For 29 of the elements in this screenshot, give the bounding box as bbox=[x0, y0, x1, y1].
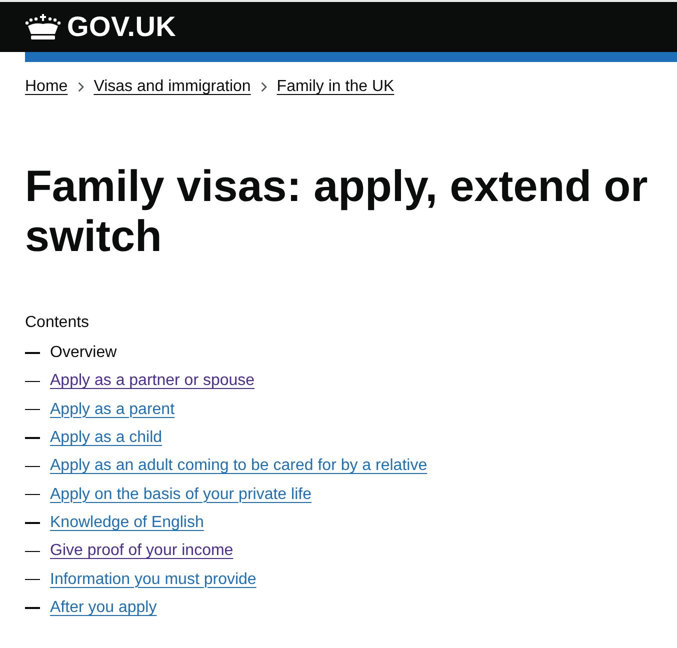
dash-icon bbox=[25, 522, 40, 524]
contents-link[interactable]: After you apply bbox=[50, 598, 157, 618]
dash-icon bbox=[25, 380, 40, 382]
contents-link[interactable]: Information you must provide bbox=[50, 570, 256, 590]
page-title: Family visas: apply, extend or switch bbox=[25, 162, 649, 262]
contents-link[interactable]: Apply on the basis of your private life bbox=[50, 484, 312, 505]
dash-icon bbox=[25, 578, 40, 580]
chevron-icon bbox=[78, 82, 84, 92]
contents-current-item: Overview bbox=[50, 343, 117, 363]
dash-icon bbox=[25, 408, 40, 410]
breadcrumb-link[interactable]: Visas and immigration bbox=[94, 77, 251, 97]
dash-icon bbox=[25, 466, 40, 468]
contents-link[interactable]: Give proof of your income bbox=[50, 541, 234, 562]
dash-icon bbox=[25, 352, 40, 354]
dash-icon bbox=[25, 494, 40, 496]
contents-link[interactable]: Apply as a partner or spouse bbox=[50, 371, 255, 392]
home-logo-link[interactable]: GOV.UK bbox=[25, 12, 176, 42]
dash-icon bbox=[25, 607, 40, 609]
contents-heading: Contents bbox=[25, 313, 90, 333]
breadcrumb-link[interactable]: Family in the UK bbox=[276, 77, 394, 97]
breadcrumb-link[interactable]: Home bbox=[25, 77, 68, 97]
dash-icon bbox=[25, 550, 40, 552]
contents-link[interactable]: Apply as a child bbox=[50, 428, 162, 448]
crown-icon bbox=[25, 14, 61, 40]
contents-link[interactable]: Apply as an adult coming to be cared for by a relative bbox=[50, 456, 428, 476]
dash-icon bbox=[25, 437, 40, 439]
chevron-icon bbox=[260, 82, 267, 92]
contents-link[interactable]: Apply as a parent bbox=[50, 400, 175, 420]
contents-link[interactable]: Knowledge of English bbox=[50, 512, 204, 533]
